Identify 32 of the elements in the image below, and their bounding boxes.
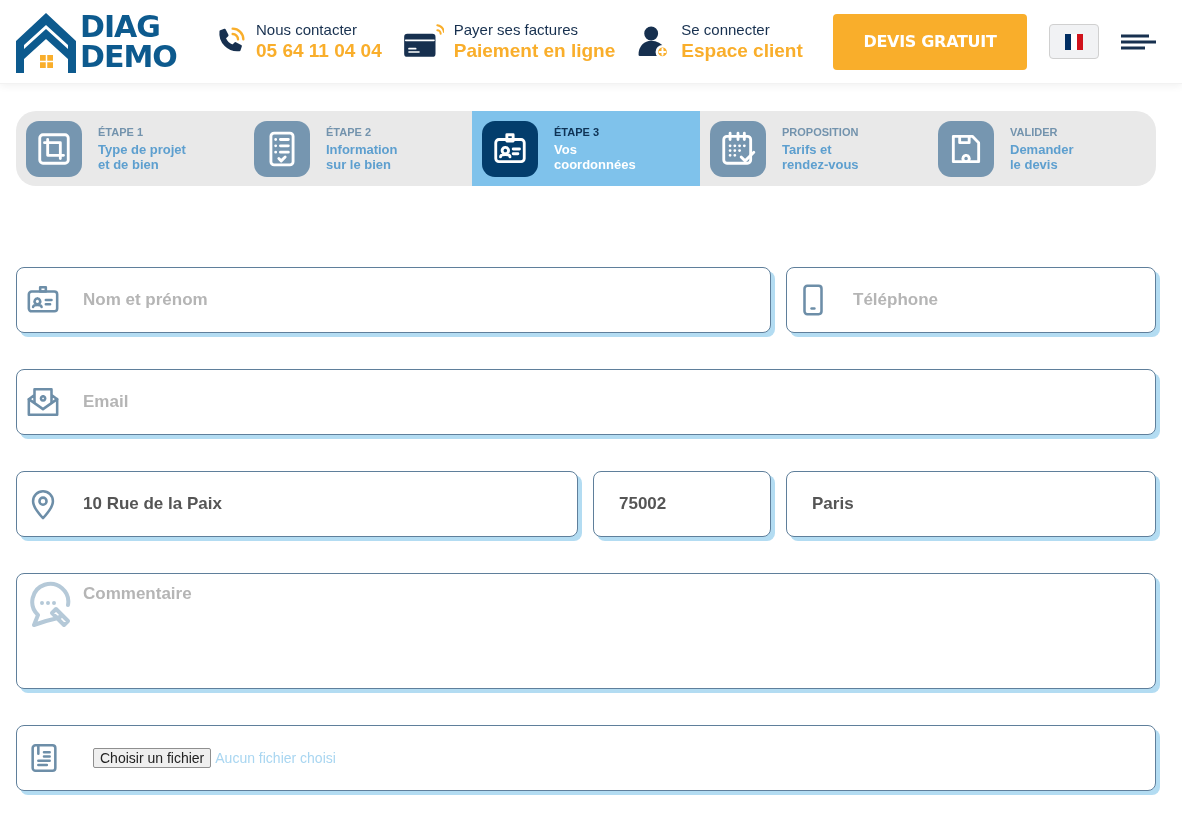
step-label: ÉTAPE 1 <box>98 125 145 138</box>
step-title: Tarifs et rendez-vous <box>782 141 859 172</box>
language-button[interactable] <box>1049 24 1099 59</box>
email-field[interactable]: Email <box>16 369 1156 435</box>
link-label[interactable]: Se connecter <box>681 21 803 38</box>
step-label: ÉTAPE 3 <box>554 125 601 138</box>
city-field[interactable]: Paris <box>786 471 1156 537</box>
step-title: Type de projet et de bien <box>98 141 186 172</box>
logo-text: DIAG <box>80 11 161 42</box>
logo-text: DEMO <box>80 41 177 72</box>
step-tab[interactable]: ÉTAPE 3 Vos coordonnées <box>472 111 700 186</box>
menu-button[interactable] <box>1121 33 1156 50</box>
envelope-icon <box>26 385 60 419</box>
street-field[interactable]: 10 Rue de la Paix <box>16 471 578 537</box>
file-status: Aucun fichier choisi <box>215 750 336 766</box>
step-label: ÉTAPE 2 <box>326 125 373 138</box>
step-label: VALIDER <box>1010 125 1059 138</box>
postcode-field[interactable]: 75002 <box>593 471 771 537</box>
house-logo-icon <box>16 10 78 73</box>
menu-icon <box>1121 33 1156 50</box>
step-title: Vos coordonnées <box>554 141 636 172</box>
name-field[interactable]: Nom et prénom <box>16 267 771 333</box>
choose-file-button[interactable]: Choisir un fichier <box>93 748 212 768</box>
link-label[interactable]: Nous contacter <box>256 21 382 38</box>
step-title: Demander le devis <box>1010 141 1074 172</box>
link-label[interactable]: Payer ses factures <box>453 21 616 38</box>
step-label: PROPOSITION <box>782 125 859 138</box>
step-title: Information sur le bien <box>326 141 398 172</box>
phone-field[interactable]: Téléphone <box>786 267 1156 333</box>
flag-icon <box>1065 33 1083 50</box>
comment-field[interactable]: Commentaire <box>16 573 1156 689</box>
calendar-check-icon <box>719 129 757 168</box>
